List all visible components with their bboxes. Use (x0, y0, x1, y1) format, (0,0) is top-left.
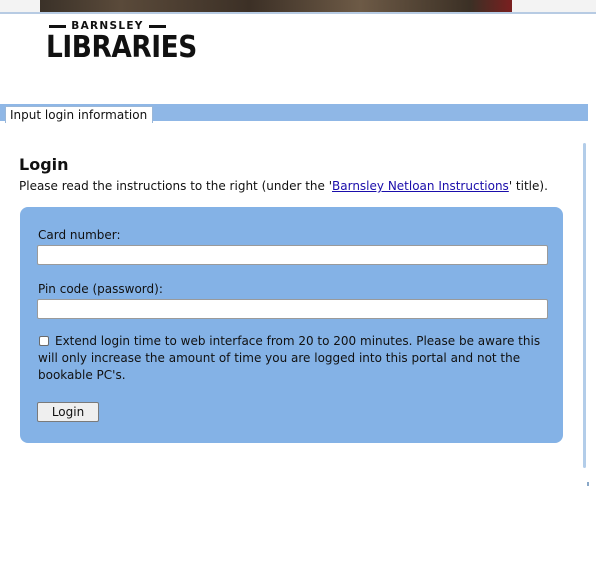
login-title: Login (19, 155, 69, 174)
page: BARNSLEY LIBRARIES Input login informati… (0, 0, 596, 565)
tab-input-login-information[interactable]: Input login information (5, 106, 154, 123)
pin-code-input[interactable] (37, 299, 548, 319)
logo-bar-left (49, 24, 67, 28)
pin-code-label: Pin code (password): (38, 282, 163, 296)
login-button[interactable]: Login (37, 402, 99, 422)
instructions-suffix: ' title). (508, 179, 548, 193)
header-divider (0, 12, 596, 14)
logo-bar-right (148, 24, 166, 28)
barnsley-libraries-logo[interactable]: BARNSLEY LIBRARIES (46, 20, 197, 65)
right-panel-marker (587, 482, 589, 486)
logo-main-text: LIBRARIES (46, 30, 197, 65)
right-panel-border (583, 143, 586, 468)
login-form-panel (20, 207, 563, 443)
extend-login-text: Extend login time to web interface from … (38, 334, 541, 382)
login-instructions: Please read the instructions to the righ… (19, 179, 548, 193)
extend-login-option: Extend login time to web interface from … (38, 333, 548, 384)
card-number-label: Card number: (38, 228, 121, 242)
instructions-prefix: Please read the instructions to the righ… (19, 179, 333, 193)
extend-login-checkbox[interactable] (39, 336, 49, 346)
netloan-instructions-link[interactable]: Barnsley Netloan Instructions (332, 179, 509, 193)
header-photo-strip (0, 0, 596, 12)
card-number-input[interactable] (37, 245, 548, 265)
